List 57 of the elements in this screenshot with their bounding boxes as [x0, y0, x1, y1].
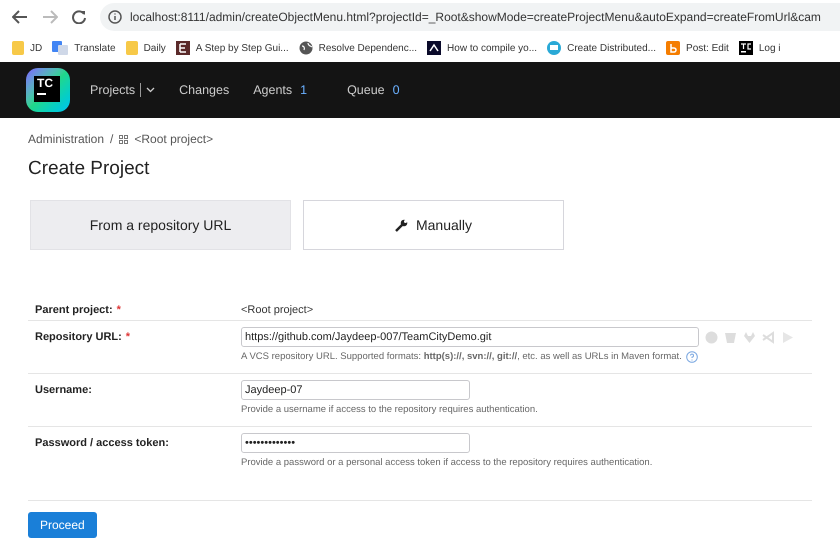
address-bar[interactable]: localhost:8111/admin/createObjectMenu.html?projectId=_Root&showMode=createProjectMenu&autoExpand=createFromUrl&cam — [100, 3, 840, 31]
bookmark-link[interactable]: Daily — [144, 40, 166, 56]
info-icon — [108, 10, 122, 24]
logo[interactable]: TC — [26, 68, 70, 112]
tab[interactable]: Manually — [303, 200, 564, 250]
translate-icon — [52, 41, 68, 55]
url-text: localhost:8111/admin/createObjectMenu.html?projectId=_Root&showMode=createProjectMenu&autoExpand=createFromUrl&cam — [130, 9, 821, 26]
count-text: 0 — [392, 82, 400, 99]
breadcrumb-link[interactable]: Administration — [28, 130, 104, 148]
nav-link[interactable]: Projects — [90, 80, 136, 100]
proceed-button[interactable]: Proceed — [28, 512, 97, 538]
breadcrumb-separator: / — [110, 131, 114, 148]
globe-icon — [298, 41, 313, 55]
letter-e-icon — [176, 41, 190, 55]
bucket-icon[interactable] — [724, 330, 737, 344]
field-label: Parent project: * — [35, 303, 122, 318]
reload-icon[interactable] — [72, 10, 86, 24]
wrench-icon — [394, 218, 408, 232]
breadcrumb-link[interactable]: <Root project> — [134, 130, 214, 148]
field-label: Repository URL: * — [35, 330, 132, 345]
bookmark-link[interactable]: Resolve Dependenc... — [318, 40, 418, 56]
help-icon[interactable] — [686, 351, 698, 364]
bookmark-link[interactable]: Create Distributed... — [567, 40, 656, 56]
tc-logo-icon — [738, 41, 753, 55]
bookmark-link[interactable]: Translate — [74, 40, 116, 56]
fox-icon[interactable] — [743, 330, 756, 344]
chevron-logo-icon — [427, 41, 442, 55]
help-text: Provide a password or a personal access token if access to the repository requires authentication. — [241, 456, 652, 470]
bookmark-link[interactable]: Post: Edit — [686, 40, 729, 56]
field-label: Password / access token: — [35, 436, 170, 451]
forward-icon[interactable] — [42, 10, 58, 24]
field-value: <Root project> — [241, 303, 314, 318]
grid-icon — [119, 134, 128, 144]
page-title: Create Project — [28, 157, 150, 181]
input-field[interactable]: ••••••••••••• — [241, 433, 470, 453]
field-label: Username: — [35, 383, 93, 398]
nav-link[interactable]: Changes — [179, 80, 230, 100]
bookmark-link[interactable]: A Step by Step Gui... — [196, 40, 289, 56]
input-field[interactable]: Jaydeep-07 — [241, 380, 470, 400]
bookmark-link[interactable]: Log i — [758, 40, 781, 56]
help-text: A VCS repository URL. Supported formats: http(s)://, svn://, git://, etc. as well as URLs in Maven format. — [241, 350, 682, 364]
letter-b-icon — [666, 41, 680, 55]
help-text: Provide a username if access to the repository requires authentication. — [241, 403, 538, 417]
chevron-down-icon[interactable] — [146, 87, 156, 93]
folder-icon — [126, 41, 138, 55]
bookmark-link[interactable]: How to compile yo... — [447, 40, 538, 56]
ribbon-icon[interactable] — [762, 330, 775, 344]
back-icon[interactable] — [12, 10, 28, 24]
count-text: 1 — [300, 82, 308, 99]
play-icon[interactable] — [781, 330, 794, 344]
folder-icon — [12, 41, 24, 55]
bookmark-link[interactable]: JD — [30, 40, 42, 56]
monitor-icon — [547, 41, 562, 55]
input-field[interactable]: https://github.com/Jaydeep-007/TeamCityDemo.git — [241, 327, 699, 347]
nav-link[interactable]: Queue — [347, 80, 385, 100]
nav-link[interactable]: Agents — [253, 80, 292, 100]
tab[interactable]: From a repository URL — [30, 200, 291, 250]
